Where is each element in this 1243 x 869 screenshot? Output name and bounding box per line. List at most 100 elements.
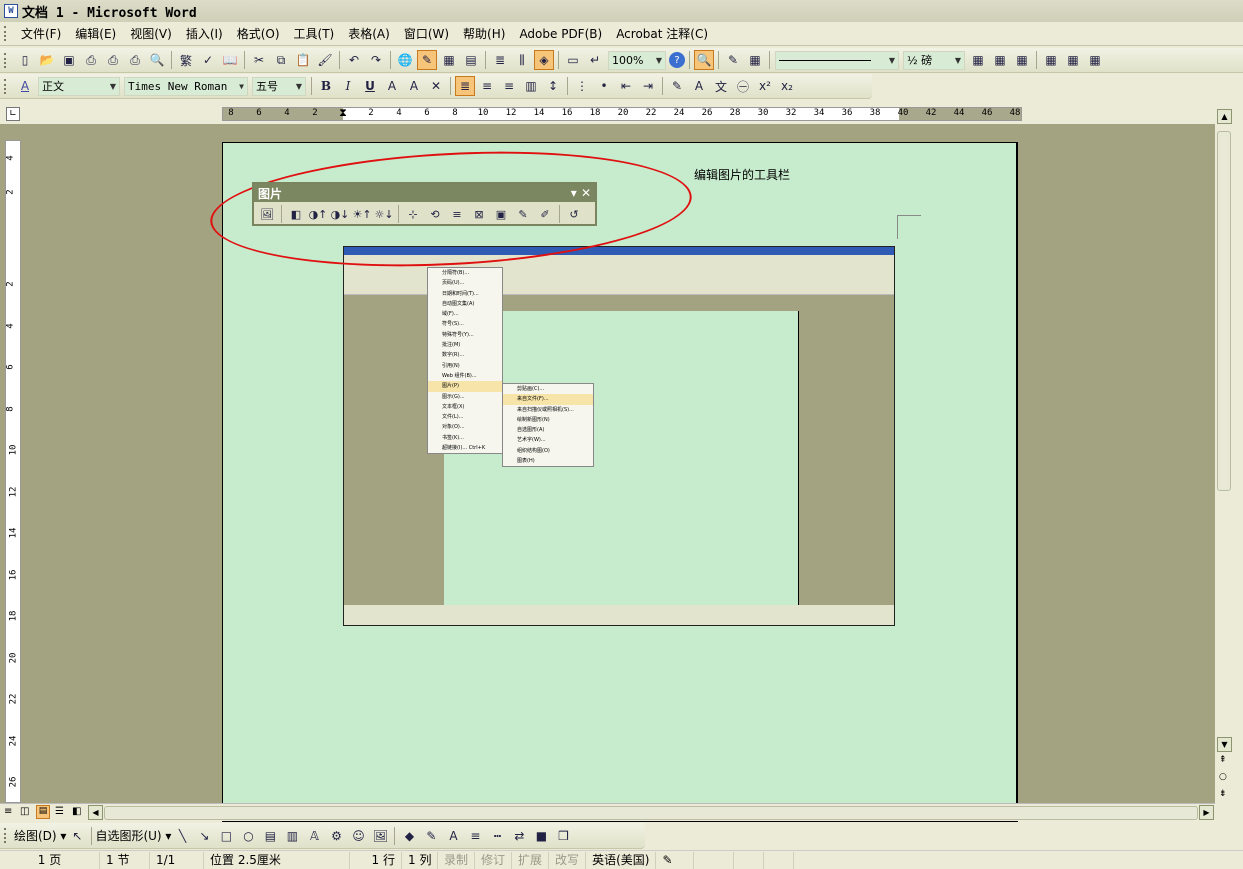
scroll-left-button[interactable]: ◀ (88, 805, 103, 820)
toolbar-grip[interactable] (4, 828, 8, 843)
outline-view-icon[interactable]: ☰ (55, 806, 64, 817)
document-map-icon[interactable]: ▭ (563, 50, 583, 70)
superscript-icon[interactable]: x² (755, 76, 775, 96)
more-brightness-icon[interactable]: ☀↑ (352, 204, 372, 224)
insert-picture-icon[interactable]: 🖼 (257, 204, 277, 224)
line-color-icon[interactable]: ✎ (421, 826, 441, 846)
draw-menu-button[interactable]: 绘图(D) ▾ (14, 827, 66, 844)
next-page-icon[interactable]: ⇟ (1219, 789, 1227, 799)
reading-view-icon[interactable]: ◧ (72, 806, 81, 817)
insert-table-icon[interactable]: ▦ (1041, 50, 1061, 70)
clip-art-icon[interactable]: ☺ (348, 826, 368, 846)
dash-style-icon[interactable]: ┅ (487, 826, 507, 846)
table-icon[interactable]: ▦ (439, 50, 459, 70)
rectangle-icon[interactable]: □ (216, 826, 236, 846)
border-color-icon[interactable]: ▦ (968, 50, 988, 70)
char-shading-icon[interactable]: A (404, 76, 424, 96)
draw-table-icon[interactable]: ▦ (745, 50, 765, 70)
insert-picture-icon[interactable]: 🖼 (370, 826, 390, 846)
text-wrapping-icon[interactable]: ▣ (491, 204, 511, 224)
rotate-left-icon[interactable]: ⟲ (425, 204, 445, 224)
arrow-style-icon[interactable]: ⇄ (509, 826, 529, 846)
print-layout-view-icon[interactable]: ▤ (36, 805, 50, 819)
scroll-thumb[interactable] (1217, 131, 1231, 491)
hyperlink-icon[interactable]: 🌐 (395, 50, 415, 70)
menu-item-9[interactable]: Adobe PDF(B) (512, 27, 609, 41)
toolbar-options-icon[interactable]: ▾ (571, 186, 577, 200)
previous-page-icon[interactable]: ⇞ (1219, 755, 1227, 765)
research-icon[interactable]: 📖 (220, 50, 240, 70)
split-cells-icon[interactable]: ▦ (1085, 50, 1105, 70)
subscript-icon[interactable]: x₂ (777, 76, 797, 96)
align-center-icon[interactable]: ≡ (477, 76, 497, 96)
status-extend[interactable]: 扩展 (512, 851, 550, 869)
text-direction-icon[interactable]: ⫼ (512, 50, 532, 70)
menu-item-6[interactable]: 表格(A) (341, 25, 397, 42)
scroll-down-button[interactable]: ▼ (1217, 737, 1232, 752)
shadow-icon[interactable]: ■ (531, 826, 551, 846)
new-doc-icon[interactable]: ▯ (15, 50, 35, 70)
distributed-icon[interactable]: ▥ (521, 76, 541, 96)
menu-item-4[interactable]: 格式(O) (230, 25, 287, 42)
line-style-select[interactable]: ▼ (775, 50, 899, 70)
font-size-select[interactable]: 五号 ▼ (252, 76, 306, 96)
crop-icon[interactable]: ⊹ (403, 204, 423, 224)
horizontal-scrollbar[interactable]: ≡ ◫ ▤ ☰ ◧ ◀ ▶ (0, 803, 1215, 821)
drawing-toggle-icon[interactable]: ✎ (417, 50, 437, 70)
spelling-status-icon[interactable]: ✎ (656, 851, 695, 869)
status-language[interactable]: 英语(美国) (586, 851, 657, 869)
emphasis-icon[interactable]: ✕ (426, 76, 446, 96)
phonetic-icon[interactable]: 文 (711, 76, 731, 96)
copy-icon[interactable]: ⧉ (271, 50, 291, 70)
highlight-icon[interactable]: ✎ (667, 76, 687, 96)
tables-borders-icon[interactable]: ✎ (723, 50, 743, 70)
oval-icon[interactable]: ○ (238, 826, 258, 846)
font-select[interactable]: Times New Roman ▼ (124, 76, 248, 96)
wordart-icon[interactable]: 𝔸 (304, 826, 324, 846)
print-preview-lock-icon[interactable]: ⎙ (103, 50, 123, 70)
compress-pictures-icon[interactable]: ⊠ (469, 204, 489, 224)
menu-item-2[interactable]: 视图(V) (123, 25, 179, 42)
close-icon[interactable]: ✕ (581, 186, 591, 200)
select-browse-object-icon[interactable]: ○ (1219, 772, 1227, 782)
reset-picture-icon[interactable]: ↺ (564, 204, 584, 224)
less-contrast-icon[interactable]: ◑↓ (330, 204, 350, 224)
toolbar-grip[interactable] (4, 78, 8, 94)
embedded-screenshot-image[interactable]: 分隔符(B)... 页码(U)... 日期和时间(T)... 自动图文集(A) 域(F)… (343, 246, 895, 626)
help-icon[interactable]: ? (669, 52, 685, 68)
status-track-changes[interactable]: 修订 (475, 851, 513, 869)
open-icon[interactable]: 📂 (37, 50, 57, 70)
normal-view-icon[interactable]: ≡ (4, 806, 12, 817)
save-icon[interactable]: ▣ (59, 50, 79, 70)
select-objects-icon[interactable]: ↖ (67, 826, 87, 846)
paste-icon[interactable]: 📋 (293, 50, 313, 70)
menu-item-10[interactable]: Acrobat 注释(C) (609, 25, 715, 42)
horizontal-ruler[interactable]: 8 6 4 2 2 4 6 8 10 12 14 16 18 20 22 24 26 28 30 32 34 36 38 40… (222, 106, 1022, 121)
align-justify-icon[interactable]: ≣ (455, 76, 475, 96)
diagram-icon[interactable]: ⚙ (326, 826, 346, 846)
cut-icon[interactable]: ✂ (249, 50, 269, 70)
line-spacing-icon[interactable]: ↕ (543, 76, 563, 96)
line-style-icon[interactable]: ≡ (447, 204, 467, 224)
redo-icon[interactable]: ↷ (366, 50, 386, 70)
status-record[interactable]: 录制 (438, 851, 476, 869)
drawing-active-icon[interactable]: ◈ (534, 50, 554, 70)
line-weight-select[interactable]: ½ 磅 ▼ (903, 50, 965, 70)
format-painter-icon[interactable]: 🖌 (315, 50, 335, 70)
text-box-icon[interactable]: ▤ (260, 826, 280, 846)
show-formatting-icon[interactable]: ↵ (585, 50, 605, 70)
font-color-icon[interactable]: A (689, 76, 709, 96)
vertical-ruler[interactable]: 4 2 2 4 6 8 10 12 14 16 18 20 22 24 26 (5, 140, 21, 803)
bold-button[interactable]: B (316, 76, 336, 96)
line-style-icon[interactable]: ≡ (465, 826, 485, 846)
scroll-right-button[interactable]: ▶ (1199, 805, 1214, 820)
merge-cells-icon[interactable]: ▦ (1063, 50, 1083, 70)
menu-item-3[interactable]: 插入(I) (179, 25, 230, 42)
3d-icon[interactable]: ❒ (553, 826, 573, 846)
status-overtype[interactable]: 改写 (549, 851, 587, 869)
fill-color-icon[interactable]: ◆ (399, 826, 419, 846)
traditional-chinese-icon[interactable]: 繁 (176, 50, 196, 70)
enclose-char-icon[interactable]: ㊀ (733, 76, 753, 96)
scroll-up-button[interactable]: ▲ (1217, 109, 1232, 124)
italic-button[interactable]: I (338, 76, 358, 96)
